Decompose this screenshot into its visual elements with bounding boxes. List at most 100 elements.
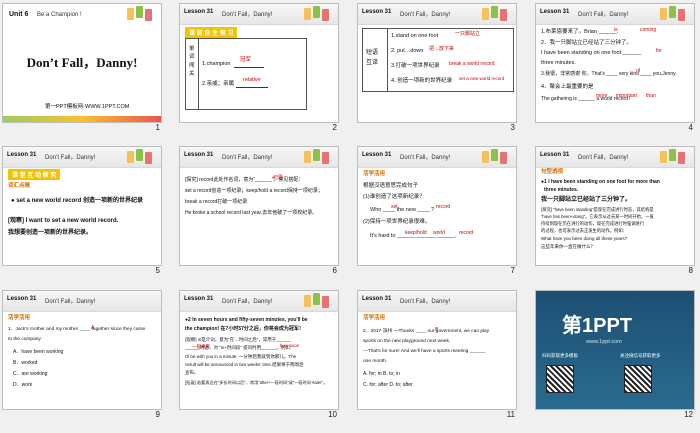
lesson-label: Lesson 31 [184, 9, 214, 15]
decor-icon [482, 149, 512, 165]
slide-sorter-grid: Unit 6 Be a Champion ! Don’t Fall，Danny!… [0, 0, 700, 433]
slide-thumbnail-8[interactable]: Lesson 31 Don’t Fall，Danny! 句型透视 ●1 I ha… [535, 146, 695, 277]
answer: coming [640, 27, 657, 33]
answer: of [636, 68, 641, 74]
decor-icon [482, 6, 512, 22]
slide-7[interactable]: Lesson 31 Don’t Fall，Danny! 活学活用 根据汉语意思完… [357, 146, 517, 266]
lesson-subtitle: Don’t Fall，Danny! [45, 155, 96, 161]
answer: than [646, 93, 656, 99]
text-line: 1.布莱恩要来了。Brian ______. [541, 29, 619, 35]
text-line: 持续到现在仍在进行的动作，现在完成进行时强调进行 [541, 221, 645, 226]
lesson-label: Lesson 31 [7, 296, 37, 302]
answer: is [614, 27, 618, 33]
options-cd: C. for; after D. to; after [363, 382, 413, 388]
options-ab: A. for; in B. to; in [363, 371, 400, 377]
lesson-subtitle: Don’t Fall，Danny! [400, 299, 451, 305]
slide-thumbnail-3[interactable]: Lesson 31 Don’t Fall，Danny! 短语互译 1.stand… [357, 3, 517, 134]
slide-number: 9 [155, 410, 160, 419]
answer: how soon [280, 343, 300, 348]
slide-10[interactable]: Lesson 31 Don’t Fall，Danny! ●2 In seven … [179, 290, 339, 410]
qr-code-icon [546, 365, 574, 393]
slide-number: 3 [510, 123, 515, 132]
decor-icon [127, 6, 157, 22]
slide-thumbnail-1[interactable]: Unit 6 Be a Champion ! Don’t Fall，Danny!… [2, 3, 162, 134]
answer: world [433, 230, 445, 236]
lesson-label: Lesson 31 [540, 152, 570, 158]
lesson-subtitle: Don’t Fall，Danny! [222, 155, 273, 161]
lesson-subtitle: Don’t Fall，Danny! [45, 299, 96, 305]
decor-icon [304, 6, 334, 22]
text-line: —That's for sure! And we'll have a sport… [363, 349, 486, 354]
vocab-table: 单词闯关 1.champion 冠军 2.亲戚；亲属 relative [185, 38, 307, 110]
slide-12[interactable]: 第1PPT www.1ppt.com 扫码获取更多模板 关注微信号获取更多 [535, 290, 695, 410]
option-b: B．worked [13, 360, 38, 366]
vocab-answer: relative [243, 77, 261, 83]
text-line: ●1 I have been standing on one foot for … [541, 179, 660, 185]
text-line: 1．Jack's mother and my mother ____ toget… [8, 327, 146, 332]
text-line: 的过程，也可表示过去正发生的动作。例如： [541, 228, 627, 233]
text-line: 我一只脚站立已经站了三分钟了。 [541, 197, 632, 203]
answer: set [391, 204, 398, 210]
phrase-item: 4. 创造一项新的世界纪录 [391, 78, 453, 84]
lesson-label: Lesson 31 [184, 296, 214, 302]
slide-thumbnail-5[interactable]: Lesson 31 Don’t Fall，Danny! 课 堂 互 动 探 究 … [2, 146, 162, 277]
text-line: ● set a new world record 创造一项新的世界纪录 [11, 198, 143, 204]
text-line: What have you been doing all these years… [541, 236, 628, 241]
side-label: 短语互译 [366, 50, 379, 66]
decor-icon [304, 149, 334, 165]
text-line: He broke a school record last year.去年他破了… [185, 210, 318, 216]
slide-number: 7 [510, 266, 515, 275]
slide-thumbnail-6[interactable]: Lesson 31 Don’t Fall，Danny! [探究] record此… [179, 146, 339, 277]
section-heading: 句型透视 [541, 169, 564, 175]
section-heading: 活学活用 [363, 315, 386, 321]
slide-thumbnail-11[interactable]: Lesson 31 Don’t Fall，Danny! 活学活用 2．2017·… [357, 290, 517, 421]
vocab-item: 2.亲戚；亲属 [202, 81, 235, 87]
slide-title: Don’t Fall，Danny! [26, 55, 138, 70]
text-line: I'll be with you in a minute. 一分钟后我就到你那儿… [185, 354, 297, 359]
answer: for [656, 48, 662, 54]
slide-11[interactable]: Lesson 31 Don’t Fall，Danny! 活学活用 2．2017·… [357, 290, 517, 410]
text-line: Who ____ the new ____ ? [370, 207, 435, 213]
slide-4[interactable]: Lesson 31 Don’t Fall，Danny! 1.布莱恩要来了。Bri… [535, 3, 695, 123]
slide-6[interactable]: Lesson 31 Don’t Fall，Danny! [探究] record此… [179, 146, 339, 266]
text-line: three minutes. [544, 187, 579, 193]
lesson-subtitle: Don’t Fall，Danny! [400, 12, 451, 18]
lesson-subtitle: Don’t Fall，Danny! [400, 155, 451, 161]
slide-number: 1 [155, 123, 160, 132]
slide-thumbnail-10[interactable]: Lesson 31 Don’t Fall，Danny! ●2 In seven … [179, 290, 339, 421]
phrase-answer: 一只脚站立 [455, 31, 481, 37]
answer: more [596, 93, 608, 99]
lesson-subtitle: Don’t Fall，Danny! [222, 299, 273, 305]
answer: 纪录 [273, 175, 284, 181]
text-line: 根据汉语意思完成句子 [363, 183, 419, 189]
slide-thumbnail-12[interactable]: 第1PPT www.1ppt.com 扫码获取更多模板 关注微信号获取更多 12 [535, 290, 695, 421]
phrase-answer: break a world record [449, 61, 495, 67]
answer: record [459, 230, 474, 236]
slide-8[interactable]: Lesson 31 Don’t Fall，Danny! 句型透视 ●1 I ha… [535, 146, 695, 266]
slide-thumbnail-7[interactable]: Lesson 31 Don’t Fall，Danny! 活学活用 根据汉语意思完… [357, 146, 517, 277]
text-line: 3.我很，非常感谢 你。That's ____ very kind ____ y… [541, 71, 677, 77]
slide-footer: 第一PPT模板网-WWW.1PPT.COM [45, 104, 130, 110]
slide-number: 10 [328, 410, 337, 419]
slide-number: 8 [688, 266, 693, 275]
decor-icon [127, 149, 157, 165]
slide-thumbnail-2[interactable]: Lesson 31 Don’t Fall，Danny! 课 前 自 主 预 习 … [179, 3, 339, 134]
phrase-item: 2. put…down [391, 48, 424, 54]
slide-thumbnail-4[interactable]: Lesson 31 Don’t Fall，Danny! 1.布莱恩要来了。Bri… [535, 3, 695, 134]
slide-5[interactable]: Lesson 31 Don’t Fall，Danny! 课 堂 互 动 探 究 … [2, 146, 162, 266]
slide-3[interactable]: Lesson 31 Don’t Fall，Danny! 短语互译 1.stand… [357, 3, 517, 123]
slide-number: 12 [684, 410, 693, 419]
text-line: (2)保持一项世界纪录很难。 [363, 219, 431, 225]
text-line: (1)谁创造了这项新纪录？ [363, 194, 425, 200]
lesson-subtitle: Don’t Fall，Danny! [578, 155, 629, 161]
slide-1[interactable]: Unit 6 Be a Champion ! Don’t Fall，Danny!… [2, 3, 162, 123]
slide-2[interactable]: Lesson 31 Don’t Fall，Danny! 课 前 自 主 预 习 … [179, 3, 339, 123]
phrase-item: 3.打破一项世界纪录 [391, 63, 440, 69]
answer: important [616, 93, 637, 99]
slide-9[interactable]: Lesson 31 Don’t Fall，Danny! 活学活用 1．Jack'… [2, 290, 162, 410]
text-line: one month. [363, 359, 388, 364]
text-line: sports on the new playground next week. [363, 339, 451, 344]
vocab-item: 1.champion [202, 61, 231, 67]
text-line: three minutes. [541, 60, 576, 66]
slide-thumbnail-9[interactable]: Lesson 31 Don’t Fall，Danny! 活学活用 1．Jack'… [2, 290, 162, 421]
